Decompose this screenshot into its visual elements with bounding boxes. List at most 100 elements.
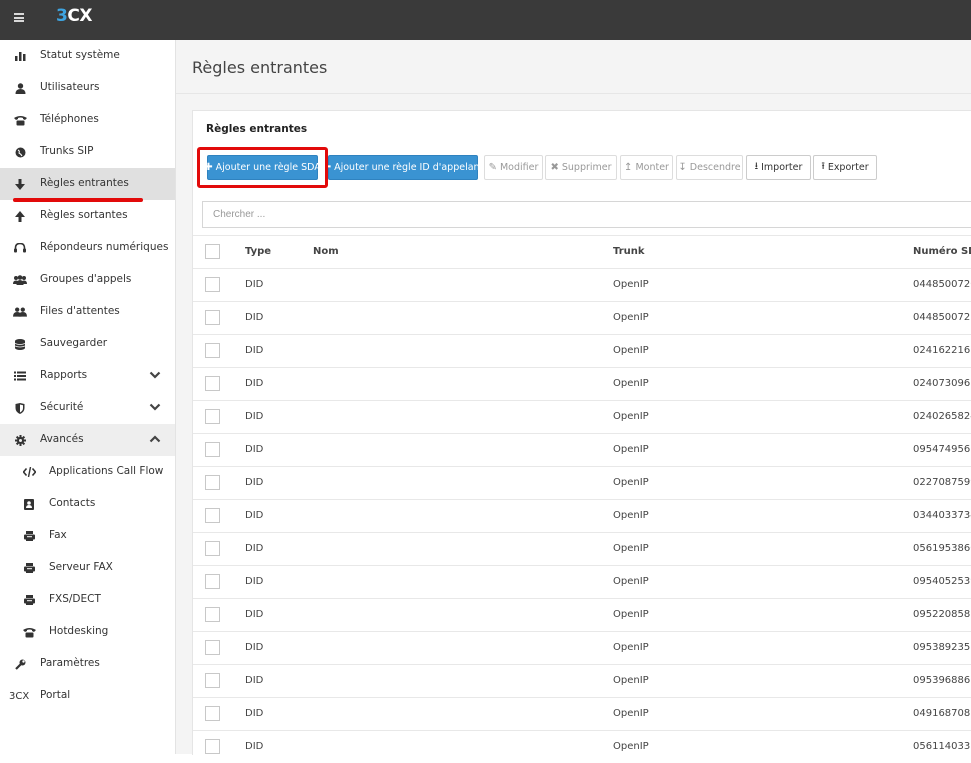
phone-icon (13, 114, 27, 126)
sidebar-item-system-status[interactable]: Statut système (0, 40, 175, 72)
delete-button[interactable]: ✖ Supprimer (545, 155, 617, 180)
sidebar-item-label: Paramètres (40, 657, 100, 669)
sidebar-item-sip-trunks[interactable]: Trunks SIP (0, 136, 175, 168)
row-checkbox[interactable] (205, 739, 220, 754)
cell-did-number: 0561953860 (913, 543, 971, 554)
table-row[interactable]: DID OpenIP 0952208583 (193, 598, 971, 631)
sidebar-item-security[interactable]: Sécurité (0, 392, 175, 424)
sidebar-item-label: Portal (40, 689, 71, 701)
row-checkbox[interactable] (205, 343, 220, 358)
table-row[interactable]: DID OpenIP 0953968861 (193, 664, 971, 697)
table-row[interactable]: DID OpenIP 0954749563 (193, 433, 971, 466)
move-up-button[interactable]: ↥ Monter (620, 155, 673, 180)
import-button[interactable]: ⭳ Importer (746, 155, 811, 180)
edit-button[interactable]: ✎ Modifier (484, 155, 543, 180)
sidebar-item-users[interactable]: Utilisateurs (0, 72, 175, 104)
app-logo[interactable]: 3CX (56, 6, 92, 26)
sidebar-item-label: Groupes d'appels (40, 273, 132, 285)
cell-type: DID (245, 444, 264, 455)
row-checkbox[interactable] (205, 277, 220, 292)
row-checkbox[interactable] (205, 541, 220, 556)
table-row[interactable]: DID OpenIP 0561953860 (193, 532, 971, 565)
plus-icon: ✚ (322, 162, 332, 173)
sidebar-item-reports[interactable]: Rapports (0, 360, 175, 392)
row-checkbox[interactable] (205, 574, 220, 589)
select-all-checkbox[interactable] (205, 244, 220, 259)
sidebar-item-queues[interactable]: Files d'attentes (0, 296, 175, 328)
fax-icon (22, 530, 36, 542)
page-title: Règles entrantes (192, 58, 328, 77)
table-row[interactable]: DID OpenIP 0344033734 (193, 499, 971, 532)
sidebar-item-label: Répondeurs numériques (40, 241, 169, 253)
sidebar-item-settings[interactable]: Paramètres (0, 648, 175, 680)
table-row[interactable]: DID OpenIP 0241622163 (193, 334, 971, 367)
sidebar-item-label: FXS/DECT (49, 593, 101, 605)
column-header-did-number[interactable]: Numéro SDA (913, 246, 971, 257)
row-checkbox[interactable] (205, 376, 220, 391)
export-button[interactable]: ⭱ Exporter (813, 155, 877, 180)
column-header-type[interactable]: Type (245, 246, 271, 257)
cell-did-number: 0240265824 (913, 411, 971, 422)
row-checkbox[interactable] (205, 706, 220, 721)
sidebar-item-phones[interactable]: Téléphones (0, 104, 175, 136)
cell-type: DID (245, 510, 264, 521)
hamburger-menu-icon[interactable] (14, 13, 24, 22)
cell-type: DID (245, 609, 264, 620)
cell-trunk: OpenIP (613, 378, 649, 389)
arrow-down-icon: ↧ (678, 162, 687, 173)
sidebar-item-fax[interactable]: Fax (0, 520, 175, 552)
fax-icon (22, 562, 36, 574)
sidebar-item-digital-receptionists[interactable]: Répondeurs numériques (0, 232, 175, 264)
search-input[interactable] (202, 201, 971, 228)
panel-title: Règles entrantes (206, 123, 308, 135)
row-checkbox[interactable] (205, 640, 220, 655)
sidebar-item-fax-server[interactable]: Serveur FAX (0, 552, 175, 584)
row-checkbox[interactable] (205, 508, 220, 523)
row-checkbox[interactable] (205, 475, 220, 490)
add-sda-rule-button[interactable]: ✚ Ajouter une règle SDA (204, 155, 321, 180)
row-checkbox[interactable] (205, 310, 220, 325)
sidebar-item-call-flow-apps[interactable]: Applications Call Flow (0, 456, 175, 488)
cell-type: DID (245, 411, 264, 422)
table-row[interactable]: DID OpenIP 0491687083 (193, 697, 971, 730)
cell-trunk: OpenIP (613, 576, 649, 587)
move-down-button[interactable]: ↧ Descendre (676, 155, 743, 180)
table-row[interactable]: DID OpenIP 0448500720 (193, 268, 971, 301)
sidebar-item-label: Fax (49, 529, 67, 541)
sidebar-item-contacts[interactable]: Contacts (0, 488, 175, 520)
table-row[interactable]: DID OpenIP 0240730961 (193, 367, 971, 400)
sidebar-item-fxs-dect[interactable]: FXS/DECT (0, 584, 175, 616)
cell-type: DID (245, 378, 264, 389)
sidebar-item-label: Sécurité (40, 401, 84, 413)
cell-trunk: OpenIP (613, 411, 649, 422)
add-caller-id-rule-button[interactable]: ✚ Ajouter une règle ID d'appelant (323, 155, 483, 180)
row-checkbox[interactable] (205, 409, 220, 424)
table-row[interactable]: DID OpenIP 0240265824 (193, 400, 971, 433)
column-header-trunk[interactable]: Trunk (613, 246, 645, 257)
sidebar-item-outbound-rules[interactable]: Règles sortantes (0, 200, 175, 232)
cell-trunk: OpenIP (613, 345, 649, 356)
sidebar-item-advanced[interactable]: Avancés (0, 424, 175, 456)
table-row[interactable]: DID OpenIP 0953892357 (193, 631, 971, 664)
sidebar-item-portal[interactable]: 3CX Portal (0, 680, 175, 712)
database-icon (13, 338, 27, 350)
table-row[interactable]: DID OpenIP 0561140335 (193, 730, 971, 763)
cell-type: DID (245, 576, 264, 587)
sidebar-item-call-groups[interactable]: Groupes d'appels (0, 264, 175, 296)
row-checkbox[interactable] (205, 607, 220, 622)
sidebar-item-label: Applications Call Flow (49, 465, 164, 477)
sidebar-item-backup[interactable]: Sauvegarder (0, 328, 175, 360)
row-checkbox[interactable] (205, 442, 220, 457)
chevron-down-icon[interactable] (149, 401, 161, 413)
chevron-down-icon[interactable] (149, 369, 161, 381)
chevron-up-icon[interactable] (149, 433, 161, 445)
table-row[interactable]: DID OpenIP 0448500721 (193, 301, 971, 334)
sidebar-item-hotdesking[interactable]: Hotdesking (0, 616, 175, 648)
column-header-name[interactable]: Nom (313, 246, 339, 257)
cell-trunk: OpenIP (613, 642, 649, 653)
table-row[interactable]: DID OpenIP 0954052539 (193, 565, 971, 598)
table-row[interactable]: DID OpenIP 0227087599 (193, 466, 971, 499)
row-checkbox[interactable] (205, 673, 220, 688)
sidebar-item-label: Avancés (40, 433, 84, 445)
sidebar-item-inbound-rules[interactable]: Règles entrantes (0, 168, 175, 200)
